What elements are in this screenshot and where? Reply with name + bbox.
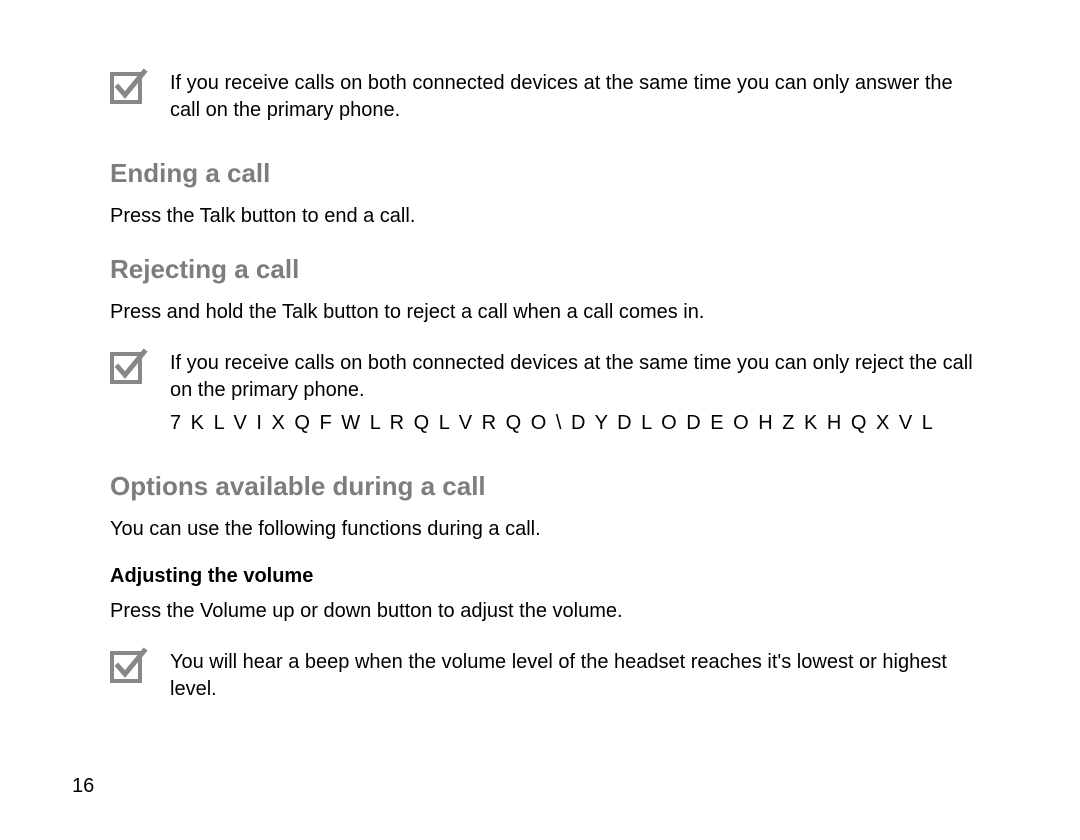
- page-number: 16: [72, 775, 94, 798]
- checkmark-box-icon: [110, 647, 148, 685]
- checkmark-box-icon: [110, 68, 148, 106]
- note-text: If you receive calls on both connected d…: [170, 348, 985, 443]
- body-text: Press the Talk button to end a call.: [110, 203, 985, 230]
- section-heading-rejecting-call: Rejecting a call: [110, 254, 985, 285]
- note-block: You will hear a beep when the volume lev…: [110, 647, 985, 709]
- note-block: If you receive calls on both connected d…: [110, 348, 985, 443]
- section-heading-options-during-call: Options available during a call: [110, 471, 985, 502]
- garbled-text: 7 K L V I X Q F W L R Q L V R Q O \ D Y …: [170, 410, 985, 437]
- checkmark-box-icon: [110, 348, 148, 386]
- body-text: Press and hold the Talk button to reject…: [110, 299, 985, 326]
- body-text: Press the Volume up or down button to ad…: [110, 598, 985, 625]
- note-text: You will hear a beep when the volume lev…: [170, 647, 985, 709]
- note-text: If you receive calls on both connected d…: [170, 68, 985, 130]
- subheading-adjusting-volume: Adjusting the volume: [110, 565, 985, 588]
- note-block: If you receive calls on both connected d…: [110, 68, 985, 130]
- body-text: You can use the following functions duri…: [110, 516, 985, 543]
- section-heading-ending-call: Ending a call: [110, 158, 985, 189]
